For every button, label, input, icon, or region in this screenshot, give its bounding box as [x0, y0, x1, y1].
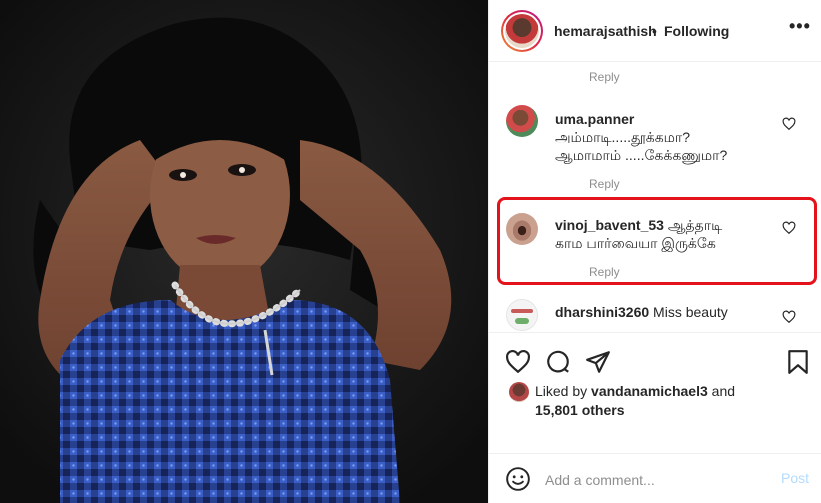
like-heart-icon[interactable] — [505, 349, 531, 375]
liked-by-avatar[interactable] — [509, 382, 529, 402]
commenter-avatar[interactable] — [506, 299, 538, 331]
avatar-graphic — [511, 309, 533, 313]
highlight-box — [497, 197, 817, 285]
heart-icon[interactable] — [782, 310, 796, 324]
more-options-icon[interactable]: ••• — [789, 16, 811, 37]
comments-list[interactable]: Reply uma.panner அம்மாடி.....தூக்கமா? ஆம… — [489, 63, 821, 331]
avatar-graphic — [515, 318, 529, 324]
reply-link[interactable]: Reply — [589, 177, 620, 191]
comment-username[interactable]: dharshini3260 — [555, 304, 649, 320]
liked-by-text: Liked by vandanamichael3 and — [535, 383, 735, 399]
comment-text-line1: Miss beauty — [653, 304, 728, 320]
avatar-image — [505, 14, 539, 48]
emoji-icon[interactable] — [505, 466, 531, 492]
avatar-ring — [503, 12, 541, 50]
comment-input[interactable] — [545, 470, 765, 490]
share-icon[interactable] — [585, 349, 611, 375]
heart-icon[interactable] — [782, 117, 796, 131]
portrait-image — [0, 0, 488, 503]
post-actions: Liked by vandanamichael3 and 15,801 othe… — [489, 332, 821, 457]
post-photo[interactable] — [0, 0, 488, 503]
post-header: hemarajsathish • Following ••• — [489, 0, 821, 62]
liked-by-prefix: Liked by — [535, 383, 588, 399]
likes-count[interactable]: 15,801 others — [535, 402, 625, 418]
post-button[interactable]: Post — [781, 470, 809, 486]
comment-text-line1: அம்மாடி.....தூக்கமா? — [555, 129, 691, 145]
comment-icon[interactable] — [545, 349, 571, 375]
comment-body: uma.panner — [555, 110, 634, 128]
comment-text-line2: ஆமாமாம் .....கேக்கணுமா? — [555, 147, 728, 163]
author-avatar[interactable] — [501, 10, 543, 52]
author-username[interactable]: hemarajsathish — [554, 23, 657, 39]
post-sidebar: hemarajsathish • Following ••• Reply uma… — [488, 0, 821, 503]
comment-username[interactable]: uma.panner — [555, 111, 634, 127]
following-button[interactable]: Following — [664, 23, 729, 39]
liked-by-and: and — [711, 383, 736, 399]
comment-body: dharshini3260 Miss beauty — [555, 303, 728, 321]
liked-by-username[interactable]: vandanamichael3 — [591, 383, 708, 399]
bookmark-icon[interactable] — [785, 349, 811, 375]
add-comment-bar: Post — [489, 453, 821, 503]
commenter-avatar[interactable] — [506, 105, 538, 137]
separator-dot: • — [652, 23, 657, 39]
reply-link[interactable]: Reply — [589, 70, 620, 84]
